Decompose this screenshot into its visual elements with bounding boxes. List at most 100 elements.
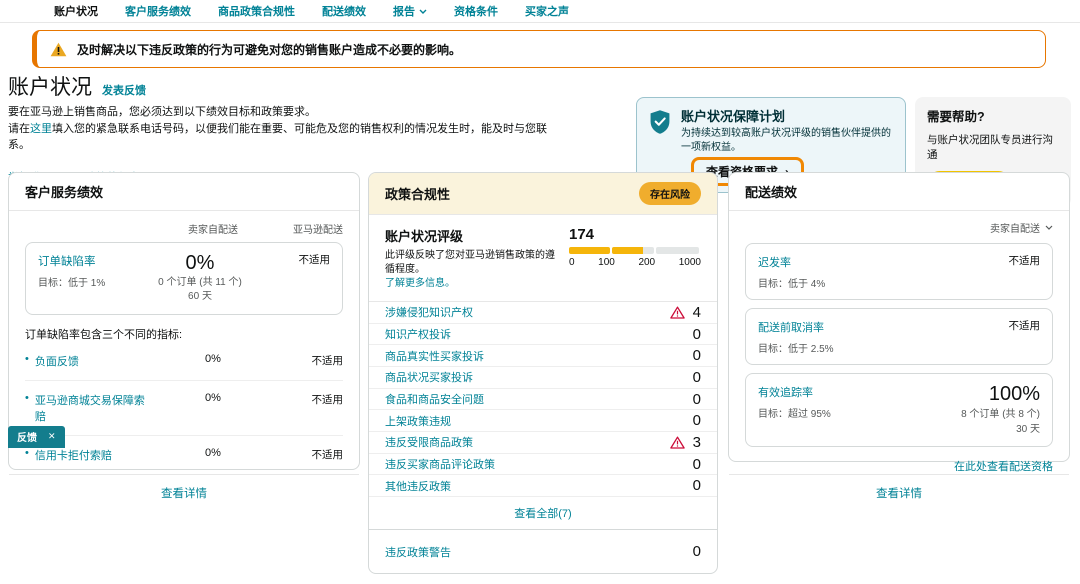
authenticity-link[interactable]: 商品真实性买家投诉 bbox=[385, 348, 484, 364]
nav-voice-of-customer[interactable]: 买家之声 bbox=[525, 3, 569, 19]
assurance-description: 为持续达到较高账户状况评级的销售伙伴提供的一项新权益。 bbox=[681, 127, 893, 154]
negative-feedback-fba: 不适用 bbox=[273, 353, 343, 368]
emergency-contact-link[interactable]: 这里 bbox=[30, 123, 52, 135]
top-nav: 账户状况 客户服务绩效 商品政策合规性 配送绩效 报告 资格条件 买家之声 bbox=[0, 0, 1080, 23]
listing-violations-link[interactable]: 上架政策违规 bbox=[385, 413, 451, 429]
intro-line1: 要在亚马逊上销售商品，您必须达到以下绩效目标和政策要求。 bbox=[8, 106, 316, 118]
policy-warnings-count: 0 bbox=[693, 543, 701, 560]
valid-tracking-box: 有效追踪率 目标：超过 95% 100% 8 个订单 (共 8 个) 30 天 bbox=[745, 373, 1053, 447]
chargebacks-value: 0% bbox=[153, 447, 273, 459]
valid-tracking-target: 目标：超过 95% bbox=[758, 405, 831, 420]
nav-customer-service[interactable]: 客户服务绩效 bbox=[125, 3, 191, 19]
policy-row-restricted: 违反受限商品政策 3 bbox=[369, 432, 717, 454]
safety-link[interactable]: 食品和商品安全问题 bbox=[385, 391, 484, 407]
shipping-performance-card: 配送绩效 卖家自配送 迟发率 目标：低于 4% 不适用 配送前取消率 目标：低于… bbox=[728, 172, 1070, 462]
suspected-ip-count: 4 bbox=[693, 304, 701, 321]
view-all-link[interactable]: 查看全部(7) bbox=[514, 508, 571, 520]
atoz-claims-fba: 不适用 bbox=[273, 392, 343, 407]
cancellation-target: 目标：低于 2.5% bbox=[758, 340, 834, 355]
nav-account-health[interactable]: 账户状况 bbox=[54, 3, 98, 19]
other-violations-count: 0 bbox=[693, 477, 701, 494]
at-risk-badge: 存在风险 bbox=[639, 182, 701, 205]
fulfillment-channel-dropdown[interactable]: 卖家自配送 bbox=[745, 220, 1053, 235]
leave-feedback-link[interactable]: 发表反馈 bbox=[102, 82, 146, 98]
nav-shipping-performance[interactable]: 配送绩效 bbox=[322, 3, 366, 19]
odr-link[interactable]: 订单缺陷率 bbox=[38, 256, 96, 268]
assurance-title: 账户状况保障计划 bbox=[681, 106, 893, 125]
odr-value: 0% bbox=[140, 252, 260, 274]
late-shipment-value: 不适用 bbox=[1009, 253, 1041, 290]
bullet-icon: • bbox=[25, 353, 29, 369]
channel-column-headers: 卖家自配送 亚马逊配送 bbox=[25, 221, 343, 236]
rating-score: 174 bbox=[569, 226, 701, 243]
account-health-rating: 账户状况评级 此评级反映了您对亚马逊销售政策的遵循程度。 了解更多信息。 174… bbox=[369, 215, 717, 302]
alert-triangle-icon bbox=[670, 436, 685, 449]
chargebacks-link[interactable]: 信用卡拒付索赔 bbox=[35, 447, 112, 463]
valid-tracking-link[interactable]: 有效追踪率 bbox=[758, 387, 813, 399]
atoz-claims-link[interactable]: 亚马逊商城交易保障索赔 bbox=[35, 392, 153, 424]
policy-compliance-title: 政策合规性 bbox=[385, 184, 450, 203]
ip-complaints-count: 0 bbox=[693, 326, 701, 343]
suspected-ip-link[interactable]: 涉嫌侵犯知识产权 bbox=[385, 304, 473, 320]
policy-row-condition: 商品状况买家投诉 0 bbox=[369, 367, 717, 389]
cancellation-link[interactable]: 配送前取消率 bbox=[758, 322, 824, 334]
late-shipment-target: 目标：低于 4% bbox=[758, 275, 825, 290]
shipping-view-details-link[interactable]: 查看详情 bbox=[876, 488, 922, 500]
condition-count: 0 bbox=[693, 369, 701, 386]
ip-complaints-link[interactable]: 知识产权投诉 bbox=[385, 326, 451, 342]
warning-triangle-icon bbox=[50, 42, 67, 57]
help-title: 需要帮助? bbox=[927, 106, 1059, 125]
nav-eligibility[interactable]: 资格条件 bbox=[454, 3, 498, 19]
negative-feedback-link[interactable]: 负面反馈 bbox=[35, 353, 79, 369]
chevron-down-icon bbox=[419, 9, 427, 14]
restricted-products-count: 3 bbox=[693, 434, 701, 451]
odr-subrow-negative-feedback: • 负面反馈 0% 不适用 bbox=[25, 342, 343, 381]
intro-line2-post: 填入您的紧急联系电话号码，以便我们能在重要、可能危及您的销售权利的情况发生时，能… bbox=[8, 123, 547, 152]
learn-more-link[interactable]: 了解更多信息。 bbox=[385, 278, 455, 289]
late-shipment-link[interactable]: 迟发率 bbox=[758, 257, 791, 269]
nav-policy-compliance[interactable]: 商品政策合规性 bbox=[218, 3, 295, 19]
rating-scale: 0 100 200 1000 bbox=[569, 257, 701, 268]
page-title: 账户状况 bbox=[8, 71, 92, 101]
review-policy-link[interactable]: 违反买家商品评论政策 bbox=[385, 456, 495, 472]
odr-metric-box: 订单缺陷率 目标：低于 1% 0% 0 个订单 (共 11 个) 60 天 不适… bbox=[25, 242, 343, 315]
feedback-widget-tab[interactable]: 反馈 ✕ bbox=[8, 426, 65, 448]
authenticity-count: 0 bbox=[693, 347, 701, 364]
nav-reports[interactable]: 报告 bbox=[393, 3, 427, 19]
negative-feedback-value: 0% bbox=[153, 353, 273, 365]
valid-tracking-detail: 8 个订单 (共 8 个) 30 天 bbox=[961, 407, 1040, 437]
odr-detail: 0 个订单 (共 11 个) 60 天 bbox=[154, 276, 246, 304]
policy-row-ip-complaints: 知识产权投诉 0 bbox=[369, 324, 717, 346]
cancellation-box: 配送前取消率 目标：低于 2.5% 不适用 bbox=[745, 308, 1053, 365]
shield-check-icon bbox=[649, 106, 671, 138]
policy-row-other: 其他违反政策 0 bbox=[369, 475, 717, 497]
page-header: 账户状况 发表反馈 要在亚马逊上销售商品，您必须达到以下绩效目标和政策要求。 请… bbox=[8, 71, 608, 186]
chevron-down-icon bbox=[1045, 225, 1053, 230]
odr-note: 订单缺陷率包含三个不同的指标: bbox=[25, 326, 343, 342]
odr-subrow-chargebacks: •信用卡拒付索赔 0% 不适用 bbox=[25, 436, 343, 474]
valid-tracking-value: 100% bbox=[961, 383, 1040, 405]
condition-link[interactable]: 商品状况买家投诉 bbox=[385, 369, 473, 385]
intro-line2-pre: 请在 bbox=[8, 123, 30, 135]
restricted-products-link[interactable]: 违反受限商品政策 bbox=[385, 434, 473, 450]
rating-description: 此评级反映了您对亚马逊销售政策的遵循程度。 了解更多信息。 bbox=[385, 249, 559, 291]
policy-row-review-abuse: 违反买家商品评论政策 0 bbox=[369, 454, 717, 476]
policy-warnings-row: 违反政策警告 0 bbox=[369, 530, 717, 573]
shipping-performance-title: 配送绩效 bbox=[745, 182, 797, 201]
customer-service-view-details-link[interactable]: 查看详情 bbox=[161, 488, 207, 500]
banner-text: 及时解决以下违反政策的行为可避免对您的销售账户造成不必要的影响。 bbox=[77, 41, 461, 58]
other-violations-link[interactable]: 其他违反政策 bbox=[385, 478, 451, 494]
shipping-eligibility-link[interactable]: 在此处查看配送资格 bbox=[954, 461, 1053, 473]
col-seller-fulfilled: 卖家自配送 bbox=[153, 221, 273, 236]
metrics-cards-row: 客户服务绩效 卖家自配送 亚马逊配送 订单缺陷率 目标：低于 1% 0% 0 个… bbox=[8, 172, 1070, 574]
customer-service-title: 客户服务绩效 bbox=[25, 182, 103, 201]
policy-row-authenticity: 商品真实性买家投诉 0 bbox=[369, 345, 717, 367]
rating-score-bar bbox=[569, 247, 699, 254]
policy-compliance-card: 政策合规性 存在风险 账户状况评级 此评级反映了您对亚马逊销售政策的遵循程度。 … bbox=[368, 172, 718, 574]
col-fba: 亚马逊配送 bbox=[273, 221, 343, 236]
policy-warnings-link[interactable]: 违反政策警告 bbox=[385, 544, 451, 560]
close-icon[interactable]: ✕ bbox=[48, 431, 56, 442]
policy-row-safety: 食品和商品安全问题 0 bbox=[369, 389, 717, 411]
cancellation-value: 不适用 bbox=[1009, 318, 1041, 355]
policy-warning-banner: 及时解决以下违反政策的行为可避免对您的销售账户造成不必要的影响。 bbox=[32, 30, 1046, 68]
